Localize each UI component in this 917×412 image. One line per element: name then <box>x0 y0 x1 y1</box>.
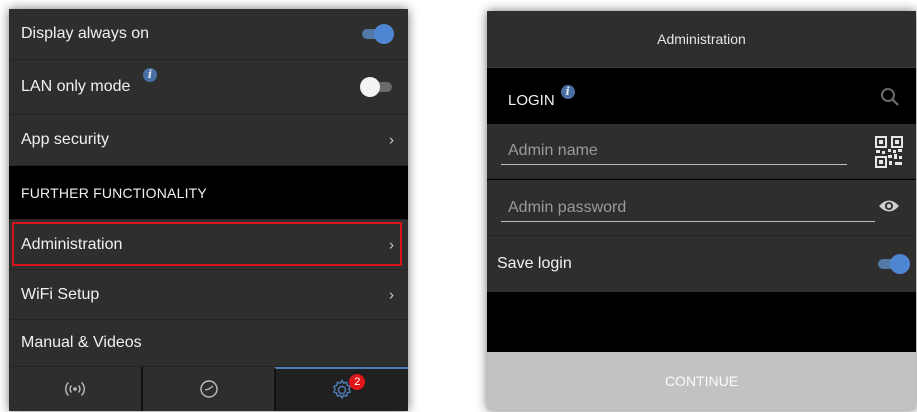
chevron-right-icon: › <box>389 286 394 303</box>
tab-bar: 2 <box>9 367 408 411</box>
tab-settings[interactable]: 2 <box>274 367 408 411</box>
admin-name-input[interactable] <box>501 142 847 165</box>
search-icon[interactable] <box>880 87 900 107</box>
display-always-on-toggle[interactable] <box>360 24 394 44</box>
further-functionality-header: FURTHER FUNCTIONALITY <box>9 166 408 220</box>
info-icon[interactable]: i <box>560 85 575 99</box>
app-security-label: App security <box>21 131 110 148</box>
info-icon[interactable]: i <box>143 68 157 82</box>
chevron-right-icon: › <box>389 131 394 149</box>
app-security-row[interactable]: App security › <box>9 115 408 166</box>
notification-badge: 2 <box>349 374 366 390</box>
settings-screen: Display always on LAN only mode i App se… <box>9 9 408 411</box>
lan-only-mode-label: LAN only mode <box>21 78 131 95</box>
tab-signal[interactable] <box>9 367 141 411</box>
admin-password-row <box>487 180 916 236</box>
manual-videos-label: Manual & Videos <box>21 334 142 351</box>
admin-name-row <box>487 124 916 179</box>
login-label: LOGIN <box>508 91 555 109</box>
save-login-toggle[interactable] <box>876 254 910 274</box>
display-always-on-row[interactable]: Display always on <box>9 9 408 60</box>
save-login-row[interactable]: Save login <box>487 236 916 292</box>
wifi-setup-row[interactable]: WiFi Setup › <box>9 270 408 320</box>
qr-code-icon[interactable] <box>874 135 904 169</box>
display-always-on-label: Display always on <box>21 25 150 42</box>
administration-screen: Administration LOGIN i Admin name Save l… <box>487 11 916 410</box>
lan-only-mode-row[interactable]: LAN only mode i <box>9 60 408 115</box>
section-title: FURTHER FUNCTIONALITY <box>21 184 207 201</box>
save-login-label: Save login <box>497 255 572 272</box>
login-section-header: LOGIN i <box>487 68 916 124</box>
continue-button[interactable]: CONTINUE <box>487 352 916 410</box>
selection-highlight <box>12 222 402 266</box>
eye-icon[interactable] <box>878 198 900 214</box>
tab-gauge[interactable] <box>140 367 275 411</box>
lan-only-mode-toggle[interactable] <box>360 77 394 97</box>
page-title: Administration <box>487 11 916 68</box>
gauge-icon <box>199 380 218 398</box>
signal-icon <box>64 381 85 397</box>
manual-videos-row[interactable]: Manual & Videos <box>9 320 408 367</box>
admin-password-input[interactable] <box>501 199 875 222</box>
wifi-setup-label: WiFi Setup <box>21 285 100 303</box>
